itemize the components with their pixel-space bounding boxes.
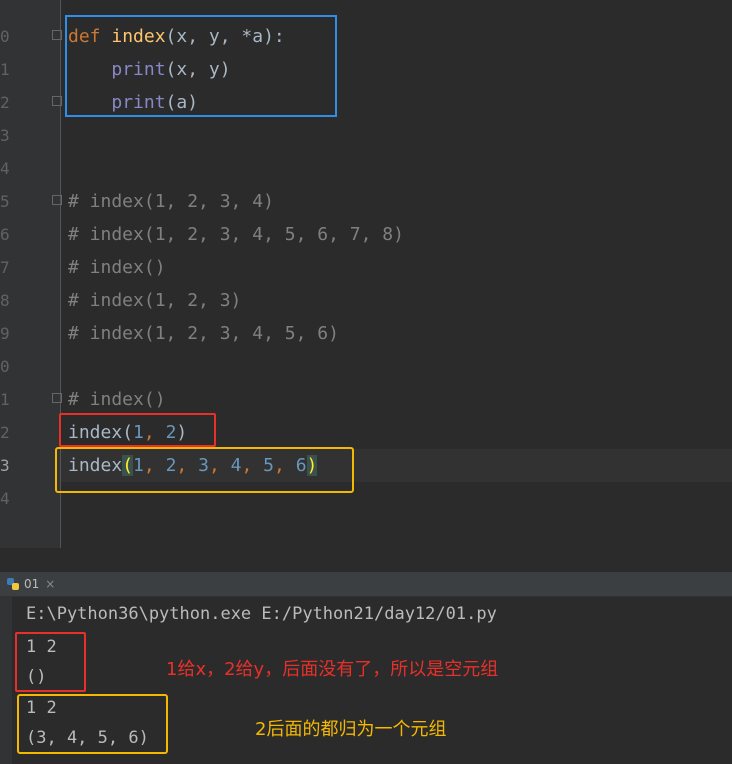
line-number: 0 [0, 357, 10, 376]
line-number-current: 3 [0, 456, 10, 475]
highlight-box-blue [65, 15, 337, 117]
line-number: 4 [0, 489, 10, 508]
run-console[interactable]: E:\Python36\python.exe E:/Python21/day12… [0, 597, 732, 764]
line-number: 8 [0, 291, 10, 310]
python-icon [7, 578, 19, 590]
fold-marker-icon[interactable] [52, 393, 62, 403]
line-number: 7 [0, 258, 10, 277]
line-number: 5 [0, 192, 10, 211]
fold-marker-icon[interactable] [52, 30, 62, 40]
line-number-gutter: 0 1 2 3 4 5 6 7 8 9 0 1 2 3 4 [0, 0, 62, 548]
annotation-red: 1给x，2给y，后面没有了，所以是空元组 [166, 659, 499, 680]
line-number: 1 [0, 60, 10, 79]
highlight-box-yellow [55, 447, 354, 493]
line-number: 4 [0, 159, 10, 178]
fold-marker-icon[interactable] [52, 96, 62, 106]
console-gutter [0, 597, 12, 764]
line-number: 1 [0, 390, 10, 409]
run-tab-label: 01 [24, 577, 40, 591]
output-box-red [15, 632, 86, 692]
code-comment[interactable]: # index(1, 2, 3, 4) [68, 185, 274, 218]
line-number: 2 [0, 423, 10, 442]
code-comment[interactable]: # index(1, 2, 3) [68, 284, 241, 317]
panel-separator [0, 548, 732, 572]
code-comment[interactable]: # index(1, 2, 3, 4, 5, 6) [68, 317, 339, 350]
code-editor[interactable]: 0 1 2 3 4 5 6 7 8 9 0 1 2 3 4 def index(… [0, 0, 732, 548]
run-tab[interactable]: 01 × [0, 572, 62, 596]
run-tool-window-header: 01 × [0, 572, 732, 597]
code-comment[interactable]: # index(1, 2, 3, 4, 5, 6, 7, 8) [68, 218, 404, 251]
highlight-box-red [59, 413, 216, 447]
line-number: 9 [0, 324, 10, 343]
line-number: 3 [0, 126, 10, 145]
close-icon[interactable]: × [45, 577, 55, 591]
fold-marker-icon[interactable] [52, 195, 62, 205]
code-comment[interactable]: # index() [68, 383, 166, 416]
line-number: 2 [0, 93, 10, 112]
line-number: 0 [0, 27, 10, 46]
console-command-line: E:\Python36\python.exe E:/Python21/day12… [26, 604, 497, 624]
line-number: 6 [0, 225, 10, 244]
code-comment[interactable]: # index() [68, 251, 166, 284]
output-box-yellow [17, 694, 168, 754]
annotation-yellow: 2后面的都归为一个元组 [255, 719, 447, 740]
